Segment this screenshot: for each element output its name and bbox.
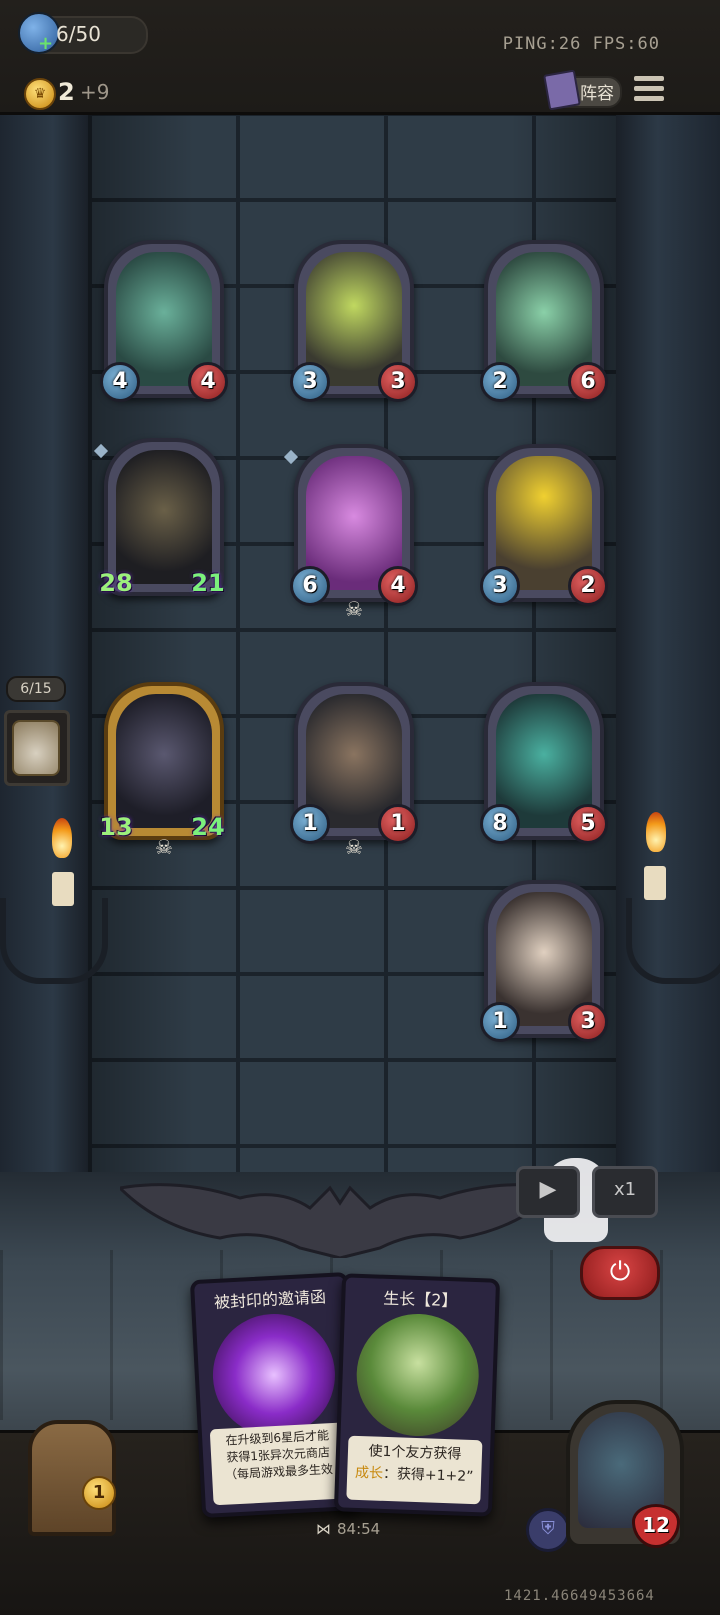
shield-icon[interactable]: ⛨ [526, 1508, 570, 1552]
minion-card[interactable]: 32 [480, 444, 608, 606]
minion-card[interactable]: 13 24 ☠ [99, 682, 225, 858]
invitation-envelope-icon [209, 1310, 339, 1440]
attack-stat: 4 [100, 362, 140, 402]
side-count-badge: 6/15 [6, 676, 66, 702]
skull-icon: ☠ [155, 835, 173, 859]
bat-ornament-icon [120, 1183, 560, 1258]
hand-card-title: 被封印的邀请函 [213, 1287, 327, 1313]
health-stat: 3 [568, 1002, 608, 1042]
hand-card-description: 使1个友方获得 成长：获得+1+2” [346, 1435, 483, 1505]
minion-card[interactable]: 1 1 ☠ [290, 682, 418, 858]
right-pillar [616, 112, 720, 1252]
desc-line: ：获得+1+2” [382, 1465, 474, 1486]
health-stat: 4 [188, 362, 228, 402]
menu-icon[interactable] [634, 76, 664, 104]
sprout-icon [354, 1311, 481, 1439]
attack-stat: 6 [290, 566, 330, 606]
minion-card[interactable]: 33 [290, 240, 418, 402]
right-torch-flame-icon [646, 812, 666, 852]
ping-fps-readout: PING:26 FPS:60 [502, 34, 660, 54]
minion-portrait-icon [116, 694, 212, 828]
attack-stat: 13 [99, 813, 133, 841]
left-torch-flame-icon [52, 818, 72, 858]
health-stat: 6 [568, 362, 608, 402]
lineup-book-icon [543, 69, 581, 111]
minion-card[interactable]: 6 4 ☠ [283, 444, 418, 620]
lineup-label: 阵容 [580, 84, 614, 104]
attack-stat: 1 [290, 804, 330, 844]
gold-income: +9 [80, 80, 110, 104]
hand-card-growth[interactable]: 生长【2】 ★★ 使1个友方获得 成长：获得+1+2” [333, 1273, 501, 1517]
health-stat: 2 [568, 566, 608, 606]
health-stat: 24 [191, 813, 225, 841]
right-sconce [626, 898, 720, 984]
minion-card[interactable]: 44 [100, 240, 228, 402]
timer-icon: ⋈ [316, 1520, 331, 1538]
player-count: 6/50 [56, 22, 101, 46]
chest-level: 1 [82, 1476, 116, 1510]
minion-card[interactable]: 13 [480, 880, 608, 1042]
minion-portrait-icon [116, 450, 212, 584]
minion-card[interactable]: 28 21 [93, 438, 225, 597]
left-sconce [0, 898, 108, 984]
right-candle-icon [644, 866, 666, 900]
health-stat: 4 [378, 566, 418, 606]
attack-stat: 28 [99, 569, 133, 597]
attack-stat: 3 [290, 362, 330, 402]
attack-stat: 1 [480, 1002, 520, 1042]
power-button[interactable]: ⏻ [580, 1246, 660, 1300]
play-button[interactable]: ▶ [516, 1166, 580, 1218]
minion-card[interactable]: 26 [480, 240, 608, 402]
minion-card[interactable]: 85 [480, 682, 608, 844]
attack-stat: 2 [480, 362, 520, 402]
health-stat: 1 [378, 804, 418, 844]
attack-stat: 8 [480, 804, 520, 844]
desc-line: 成长：获得+1+2” [347, 1462, 482, 1489]
skull-icon: ☠ [345, 597, 363, 621]
speed-button[interactable]: x1 [592, 1166, 658, 1218]
speed-label: x1 [613, 1179, 637, 1200]
health-stat: 3 [378, 362, 418, 402]
side-item-icon [12, 720, 60, 776]
health-stat: 5 [568, 804, 608, 844]
plus-icon: + [38, 33, 54, 54]
health-stat: 21 [191, 569, 225, 597]
timer-text: 84:54 [337, 1520, 381, 1538]
keyword: 成长 [354, 1464, 384, 1482]
gold-coin-icon: ♛ [24, 78, 56, 110]
attack-stat: 3 [480, 566, 520, 606]
hand-card-title: 生长【2】 [382, 1288, 458, 1311]
user-id: 1421.46649453664 [504, 1588, 655, 1604]
hand-card-description: 在升级到6星后才能 获得1张异次元商店 （每局游戏最多生效 [209, 1422, 348, 1506]
skull-icon: ☠ [345, 835, 363, 859]
gold-amount: 2 [58, 78, 75, 106]
round-timer: ⋈ 84:54 [316, 1520, 380, 1538]
